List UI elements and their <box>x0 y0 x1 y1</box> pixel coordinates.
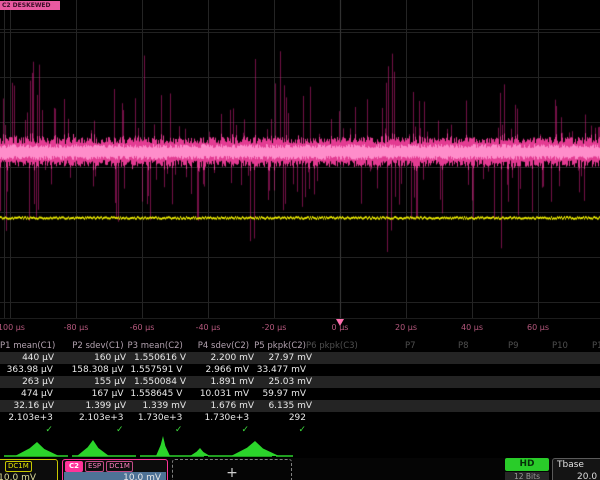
table-row-value: 440 µV 160 µV 1.550616 V 2.200 mV 27.97 … <box>0 352 600 364</box>
c1-coupling-tag: DC1M <box>5 461 32 472</box>
cell: 27.97 mV <box>258 352 316 364</box>
hd-mode-badge[interactable]: HD <box>505 458 549 471</box>
time-axis: -100 µs -80 µs -60 µs -40 µs -20 µs 0 µs… <box>0 318 600 335</box>
cell: 1.730e+3 <box>128 412 187 424</box>
parameter-histicons[interactable] <box>0 433 600 459</box>
param-header-p8[interactable]: P8 <box>458 340 469 352</box>
time-tick: -40 µs <box>196 323 221 332</box>
table-row-min: 263 µV 155 µV 1.550084 V 1.891 mV 25.03 … <box>0 376 600 388</box>
cell: 1.550084 V <box>130 376 190 388</box>
cell: 263 µV <box>0 376 58 388</box>
cell: 2.966 mV <box>186 364 253 376</box>
time-tick: -20 µs <box>262 323 287 332</box>
timebase-descriptor[interactable]: Tbase 20.0 µs/div <box>552 458 600 480</box>
cell: 32.16 µV <box>0 400 58 412</box>
timebase-scale-value: 20.0 µs/div <box>577 472 600 480</box>
channel-c2-descriptor[interactable]: C2 ESP DC1M 10.0 mV <box>62 459 168 480</box>
trace-label: C2 DESKEWED <box>0 1 60 10</box>
table-row-sdev: 32.16 µV 1.399 µV 1.339 mV 1.676 mV 6.13… <box>0 400 600 412</box>
c2-coupling-tag: DC1M <box>106 461 133 472</box>
waveform-canvas <box>0 0 600 318</box>
table-row-num: 2.103e+3 2.103e+3 1.730e+3 1.730e+3 292 <box>0 412 310 424</box>
channel-c1-descriptor[interactable]: DC1M 10.0 mV <box>0 459 58 480</box>
hd-bits-label: 12 Bits <box>505 472 549 480</box>
cell: 1.891 mV <box>190 376 258 388</box>
cell: 10.031 mV <box>186 388 253 400</box>
c2-probe-tag: ESP <box>85 461 104 472</box>
cell: 292 <box>253 412 310 424</box>
cell: 160 µV <box>58 352 130 364</box>
cell: 167 µV <box>57 388 128 400</box>
time-tick: -80 µs <box>64 323 89 332</box>
cell: 25.03 mV <box>258 376 316 388</box>
c2-scale-value: 10.0 mV <box>64 472 166 480</box>
time-tick: 60 µs <box>527 323 549 332</box>
param-header-p11[interactable]: P11 <box>592 340 600 352</box>
cell: 1.558645 V <box>128 388 187 400</box>
table-row-max: 474 µV 167 µV 1.558645 V 10.031 mV 59.97… <box>0 388 310 400</box>
cell: 1.339 mV <box>130 400 190 412</box>
time-tick: -100 µs <box>0 323 25 332</box>
cell: 33.477 mV <box>253 364 310 376</box>
c1-scale-value: 10.0 mV <box>0 472 36 480</box>
measure-table: P1 mean(C1) P2 sdev(C1) P3 mean(C2) P4 s… <box>0 340 600 433</box>
measure-table-header: P1 mean(C1) P2 sdev(C1) P3 mean(C2) P4 s… <box>0 340 310 352</box>
cell: 1.676 mV <box>190 400 258 412</box>
param-header-p7[interactable]: P7 <box>405 340 416 352</box>
time-tick: 40 µs <box>461 323 483 332</box>
waveform-grid[interactable]: C2 DESKEWED <box>0 0 600 318</box>
cell: 6.135 mV <box>258 400 316 412</box>
cell: 59.97 mV <box>253 388 310 400</box>
param-header-p6[interactable]: P6 pkpk(C3) <box>306 340 358 352</box>
cell: 474 µV <box>0 388 57 400</box>
add-trace-button[interactable]: + <box>172 459 292 480</box>
cell: 2.103e+3 <box>0 412 57 424</box>
cell: 158.308 µV <box>57 364 128 376</box>
oscilloscope-screen: C2 DESKEWED -100 µs -80 µs -60 µs -40 µs… <box>0 0 600 480</box>
param-header-p2[interactable]: P2 sdev(C1) <box>57 340 128 352</box>
param-header-p1[interactable]: P1 mean(C1) <box>0 340 57 352</box>
cell: 2.103e+3 <box>57 412 128 424</box>
cell: 1.399 µV <box>58 400 130 412</box>
cell: 2.200 mV <box>190 352 258 364</box>
time-tick: 20 µs <box>395 323 417 332</box>
param-header-p3[interactable]: P3 mean(C2) <box>128 340 187 352</box>
param-header-p10[interactable]: P10 <box>552 340 568 352</box>
cell: 1.730e+3 <box>186 412 253 424</box>
cell: 363.98 µV <box>0 364 57 376</box>
param-header-p9[interactable]: P9 <box>508 340 519 352</box>
cell: 155 µV <box>58 376 130 388</box>
table-row-mean: 363.98 µV 158.308 µV 1.557591 V 2.966 mV… <box>0 364 310 376</box>
param-header-p4[interactable]: P4 sdev(C2) <box>186 340 253 352</box>
cell: 1.557591 V <box>128 364 187 376</box>
param-header-p5[interactable]: P5 pkpk(C2) <box>253 340 310 352</box>
cell: 1.550616 V <box>130 352 190 364</box>
time-tick: -60 µs <box>130 323 155 332</box>
trigger-position-marker[interactable] <box>336 319 344 326</box>
cell: 440 µV <box>0 352 58 364</box>
descriptor-bar: DC1M 10.0 mV C2 ESP DC1M 10.0 mV + HD 12… <box>0 458 600 480</box>
timebase-label: Tbase <box>557 460 584 470</box>
c2-label: C2 <box>65 461 83 472</box>
